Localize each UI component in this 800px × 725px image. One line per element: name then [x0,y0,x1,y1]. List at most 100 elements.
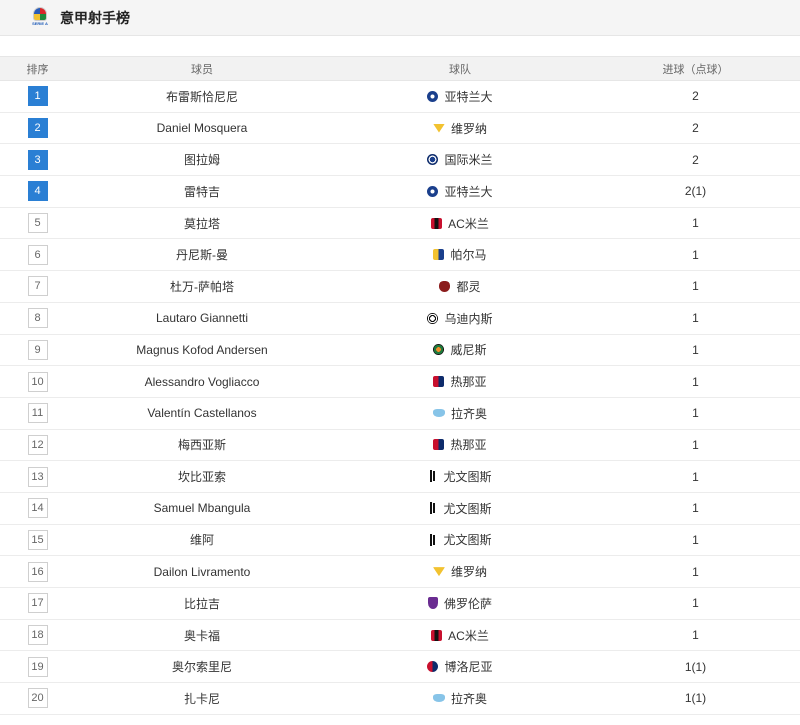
team-cell[interactable]: 拉齐奥 [329,683,591,715]
player-name[interactable]: 扎卡尼 [75,683,329,715]
team-cell[interactable]: 拉齐奥 [329,397,591,429]
team-atalanta-badge-icon [427,90,439,102]
team-cell[interactable]: 威尼斯 [329,334,591,366]
team-link[interactable]: 乌迪内斯 [427,310,493,327]
team-link[interactable]: 热那亚 [433,436,487,453]
player-name[interactable]: 梅西亚斯 [75,429,329,461]
team-link[interactable]: 拉齐奥 [432,405,487,422]
team-cell[interactable]: AC米兰 [329,207,591,239]
team-link[interactable]: 佛罗伦萨 [427,595,492,612]
team-link[interactable]: 尤文图斯 [428,500,492,517]
player-name[interactable]: 莫拉塔 [75,207,329,239]
table-row[interactable]: 3 图拉姆 国际米兰 2 [0,144,800,176]
player-name[interactable]: 奥尔索里尼 [75,651,329,683]
table-row[interactable]: 16 Dailon Livramento 维罗纳 1 [0,556,800,588]
goals-value: 1 [692,406,699,421]
team-link[interactable]: AC米兰 [431,215,489,232]
team-lazio-badge-icon [432,409,445,418]
team-cell[interactable]: 佛罗伦萨 [329,588,591,620]
table-row[interactable]: 2 Daniel Mosquera 维罗纳 2 [0,112,800,144]
team-cell[interactable]: 博洛尼亚 [329,651,591,683]
table-row[interactable]: 12 梅西亚斯 热那亚 1 [0,429,800,461]
rank-badge: 17 [27,593,48,614]
team-link[interactable]: 尤文图斯 [428,531,492,548]
team-name: 乌迪内斯 [444,311,493,326]
team-cell[interactable]: 热那亚 [329,366,591,398]
team-cell[interactable]: 国际米兰 [329,144,591,176]
player-name[interactable]: Magnus Kofod Andersen [75,334,329,366]
team-link[interactable]: 威尼斯 [433,341,487,358]
goals-value: 1 [692,311,699,326]
team-name: 博洛尼亚 [444,660,493,675]
team-link[interactable]: 热那亚 [433,373,487,390]
team-cell[interactable]: 亚特兰大 [329,176,591,208]
rank-cell: 5 [0,207,75,239]
table-row[interactable]: 15 维阿 尤文图斯 1 [0,524,800,556]
team-juve-badge-icon [428,502,437,515]
table-row[interactable]: 6 丹尼斯-曼 帕尔马 1 [0,239,800,271]
team-link[interactable]: 博洛尼亚 [427,658,493,675]
table-row[interactable]: 20 扎卡尼 拉齐奥 1(1) [0,683,800,715]
team-link[interactable]: 尤文图斯 [428,468,492,485]
team-cell[interactable]: 维罗纳 [329,556,591,588]
rank-badge: 1 [27,86,48,107]
table-row[interactable]: 4 雷特吉 亚特兰大 2(1) [0,176,800,208]
player-name[interactable]: 雷特吉 [75,176,329,208]
player-name[interactable]: Samuel Mbangula [75,492,329,524]
player-name[interactable]: 维阿 [75,524,329,556]
team-cell[interactable]: 亚特兰大 [329,81,591,113]
team-link[interactable]: 都灵 [439,278,481,295]
team-parma-badge-icon [433,249,445,261]
team-cell[interactable]: 尤文图斯 [329,524,591,556]
team-cell[interactable]: 热那亚 [329,429,591,461]
team-cell[interactable]: 尤文图斯 [329,461,591,493]
team-cell[interactable]: 帕尔马 [329,239,591,271]
table-row[interactable]: 7 杜万-萨帕塔 都灵 1 [0,271,800,303]
team-link[interactable]: 帕尔马 [433,246,487,263]
team-cell[interactable]: AC米兰 [329,619,591,651]
goals-value: 1 [692,596,699,611]
team-link[interactable]: 国际米兰 [427,151,493,168]
column-header-team[interactable]: 球队 [329,57,591,81]
team-link[interactable]: AC米兰 [431,627,489,644]
player-name[interactable]: Dailon Livramento [75,556,329,588]
table-row[interactable]: 18 奥卡福 AC米兰 1 [0,619,800,651]
player-name[interactable]: Alessandro Vogliacco [75,366,329,398]
team-name: 都灵 [456,279,481,294]
table-row[interactable]: 9 Magnus Kofod Andersen 威尼斯 1 [0,334,800,366]
table-row[interactable]: 10 Alessandro Vogliacco 热那亚 1 [0,366,800,398]
rank-badge: 14 [27,498,48,519]
player-name[interactable]: 图拉姆 [75,144,329,176]
player-name[interactable]: 布雷斯恰尼尼 [75,81,329,113]
player-name[interactable]: 丹尼斯-曼 [75,239,329,271]
table-row[interactable]: 14 Samuel Mbangula 尤文图斯 1 [0,492,800,525]
team-link[interactable]: 维罗纳 [432,563,487,580]
table-row[interactable]: 1 布雷斯恰尼尼 亚特兰大 2 [0,81,800,113]
table-row[interactable]: 11 Valentín Castellanos 拉齐奥 1 [0,397,800,430]
player-name[interactable]: Daniel Mosquera [75,112,329,144]
team-link[interactable]: 维罗纳 [432,120,487,137]
team-cell[interactable]: 都灵 [329,271,591,303]
column-header-goals[interactable]: 进球（点球） [591,57,800,81]
table-row[interactable]: 8 Lautaro Giannetti 乌迪内斯 1 [0,302,800,334]
team-link[interactable]: 亚特兰大 [427,183,493,200]
team-verona-badge-icon [432,567,445,577]
team-link[interactable]: 亚特兰大 [427,88,493,105]
rank-badge: 13 [27,466,48,487]
team-cell[interactable]: 乌迪内斯 [329,302,591,334]
table-row[interactable]: 5 莫拉塔 AC米兰 1 [0,207,800,239]
player-name[interactable]: Lautaro Giannetti [75,302,329,334]
player-name[interactable]: 坎比亚索 [75,461,329,493]
table-row[interactable]: 17 比拉吉 佛罗伦萨 1 [0,588,800,620]
player-name[interactable]: 杜万-萨帕塔 [75,271,329,303]
team-cell[interactable]: 尤文图斯 [329,492,591,524]
column-header-rank[interactable]: 排序 [0,57,75,81]
player-name[interactable]: 比拉吉 [75,588,329,620]
table-row[interactable]: 13 坎比亚索 尤文图斯 1 [0,461,800,493]
player-name[interactable]: Valentín Castellanos [75,397,329,429]
column-header-player[interactable]: 球员 [75,57,329,81]
player-name[interactable]: 奥卡福 [75,619,329,651]
team-link[interactable]: 拉齐奥 [432,690,487,707]
table-row[interactable]: 19 奥尔索里尼 博洛尼亚 1(1) [0,651,800,683]
team-cell[interactable]: 维罗纳 [329,112,591,144]
